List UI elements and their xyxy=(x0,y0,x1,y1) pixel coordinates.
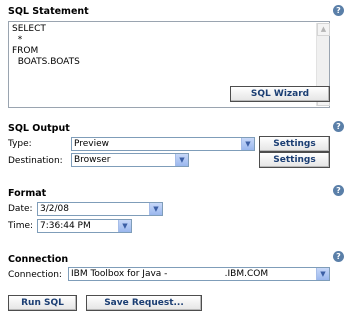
type-settings-button[interactable]: Settings xyxy=(259,136,330,152)
date-select-value: 3/2/08 xyxy=(40,204,69,214)
date-label: Date: xyxy=(8,204,33,214)
scroll-up-icon[interactable]: ▲ xyxy=(317,23,330,36)
save-request-button[interactable]: Save Request... xyxy=(86,295,202,311)
connection-select-value: IBM Toolbox for Java - .IBM.COM xyxy=(71,269,269,279)
chevron-down-icon[interactable]: ▼ xyxy=(316,268,329,280)
help-icon[interactable]: ? xyxy=(333,251,344,262)
format-title: Format xyxy=(8,188,47,199)
type-select-value: Preview xyxy=(74,139,110,149)
time-select[interactable]: 7:36:44 PM ▼ xyxy=(37,219,132,233)
sql-output-title: SQL Output xyxy=(8,123,70,134)
time-select-value: 7:36:44 PM xyxy=(40,221,91,231)
sql-wizard-button[interactable]: SQL Wizard xyxy=(230,86,330,102)
chevron-down-icon[interactable]: ▼ xyxy=(241,138,254,150)
connection-label: Connection: xyxy=(8,270,62,280)
type-label: Type: xyxy=(8,139,32,149)
destination-settings-button[interactable]: Settings xyxy=(259,152,330,168)
help-icon[interactable]: ? xyxy=(333,185,344,196)
chevron-down-icon[interactable]: ▼ xyxy=(118,220,131,232)
help-icon[interactable]: ? xyxy=(333,121,344,132)
chevron-down-icon[interactable]: ▼ xyxy=(175,154,188,166)
connection-title: Connection xyxy=(8,254,69,265)
run-sql-button[interactable]: Run SQL xyxy=(8,295,77,311)
chevron-down-icon[interactable]: ▼ xyxy=(149,203,162,215)
connection-select[interactable]: IBM Toolbox for Java - .IBM.COM ▼ xyxy=(68,267,330,281)
destination-select-value: Browser xyxy=(74,155,111,165)
date-select[interactable]: 3/2/08 ▼ xyxy=(37,202,163,216)
help-icon[interactable]: ? xyxy=(333,5,344,16)
type-select[interactable]: Preview ▼ xyxy=(71,137,255,151)
destination-label: Destination: xyxy=(8,156,63,166)
sql-statement-title: SQL Statement xyxy=(8,6,89,17)
time-label: Time: xyxy=(8,221,34,231)
destination-select[interactable]: Browser ▼ xyxy=(71,153,189,167)
